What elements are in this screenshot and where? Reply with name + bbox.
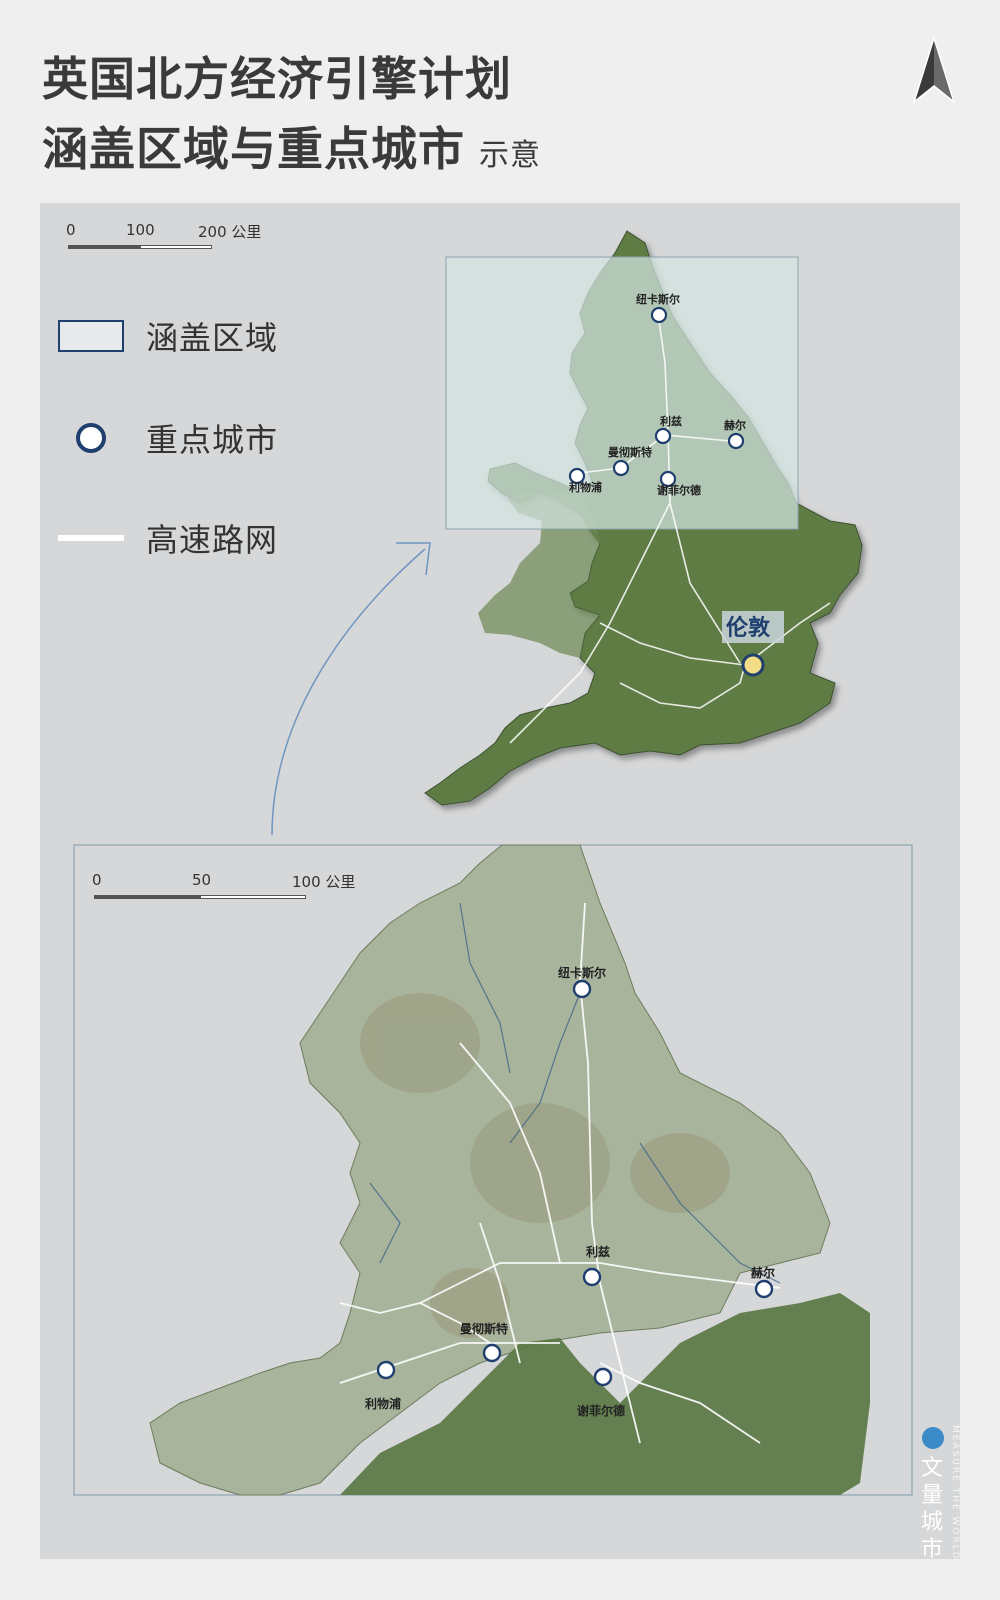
city-label: 纽卡斯尔	[636, 292, 680, 306]
city-marker	[754, 1279, 774, 1299]
map-panel: 0 100 200 公里 涵盖区域 重点城市 高速路网 纽卡斯尔 利兹 赫尔 曼…	[40, 203, 960, 1559]
city-marker	[376, 1360, 396, 1380]
title-line-2: 涵盖区域与重点城市 示意	[42, 114, 541, 191]
brand-tagline: MEASURE THE WORLD	[950, 1425, 960, 1561]
zoom-arrow	[271, 548, 426, 836]
title-line-1: 英国北方经济引擎计划	[42, 52, 512, 106]
city-marker	[612, 459, 630, 477]
capital-label: 伦敦	[726, 615, 771, 641]
title-suffix: 示意	[479, 138, 541, 173]
city-label: 利物浦	[569, 480, 602, 494]
brand-logo-icon	[922, 1427, 944, 1449]
city-marker	[727, 432, 745, 450]
city-label: 谢菲尔德	[657, 483, 701, 497]
city-marker	[650, 306, 668, 324]
city-label: 纽卡斯尔	[558, 965, 606, 980]
brand-name: 文量城市	[920, 1456, 943, 1562]
title-line-2-main: 涵盖区域与重点城市	[42, 122, 465, 176]
city-marker	[593, 1367, 613, 1387]
city-marker	[582, 1267, 602, 1287]
capital-marker	[741, 653, 765, 677]
city-label: 利兹	[586, 1244, 610, 1259]
city-marker	[482, 1343, 502, 1363]
city-marker	[654, 427, 672, 445]
city-label: 赫尔	[751, 1265, 775, 1280]
city-label: 利兹	[660, 414, 682, 428]
city-marker	[572, 979, 592, 999]
north-arrow-icon	[912, 36, 956, 105]
inset-map: 纽卡斯尔 利兹 赫尔 曼彻斯特 利物浦 谢菲尔德	[73, 844, 913, 1496]
overview-map: 纽卡斯尔 利兹 赫尔 曼彻斯特 利物浦 谢菲尔德 伦敦	[271, 230, 863, 836]
city-label: 利物浦	[365, 1396, 401, 1411]
coverage-area-overview	[445, 256, 799, 530]
page-title: 英国北方经济引擎计划 涵盖区域与重点城市 示意	[42, 44, 541, 191]
city-label: 曼彻斯特	[608, 445, 652, 459]
city-label: 谢菲尔德	[577, 1403, 625, 1418]
city-label: 赫尔	[724, 418, 746, 432]
city-label: 曼彻斯特	[460, 1321, 508, 1336]
